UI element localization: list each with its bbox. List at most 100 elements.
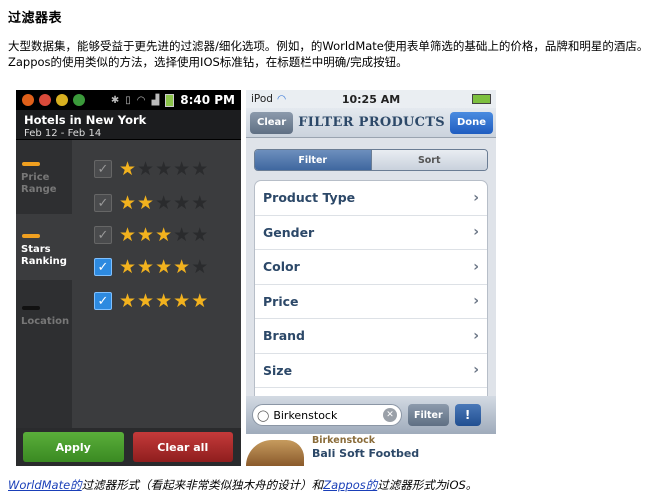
sidebar-item-location[interactable]: Location	[16, 286, 72, 352]
sidebar-item-stars-ranking[interactable]: Stars Ranking	[16, 214, 72, 280]
signal-icon: ▟	[151, 94, 160, 106]
star-filled-icon: ★	[119, 290, 137, 312]
hotel-search-dates: Feb 12 - Feb 14	[24, 128, 102, 139]
notification-icon	[56, 94, 68, 106]
checkbox-unchecked[interactable]: ✓	[94, 194, 112, 212]
done-button[interactable]: Done	[449, 111, 494, 134]
zappos-screenshot: iPod ◠ 10:25 AM Clear FILTER PRODUCTS Do…	[246, 90, 496, 466]
filter-row-label: Gender	[263, 224, 315, 240]
star-filled-icon: ★	[119, 158, 137, 180]
notification-icon	[39, 94, 51, 106]
star-filled-icon: ★	[119, 224, 137, 246]
filter-sort-segmented-control: Filter Sort	[254, 149, 488, 171]
star-empty-icon: ★	[173, 224, 191, 246]
star-empty-icon: ★	[191, 192, 209, 214]
battery-icon	[472, 94, 491, 104]
star-filled-icon: ★	[191, 290, 209, 312]
product-thumbnail	[246, 440, 304, 466]
zappos-link[interactable]: Zappos的	[323, 478, 377, 492]
sidebar-item-label: Stars Ranking	[21, 244, 67, 267]
caption-text: 过滤器形式（看起来非常类似独木舟的设计）和	[81, 478, 324, 492]
product-list-item[interactable]: Birkenstock Bali Soft Footbed	[246, 434, 496, 466]
star-filled-icon: ★	[137, 290, 155, 312]
star-filled-icon: ★	[137, 224, 155, 246]
tab-indicator	[22, 162, 40, 166]
star-empty-icon: ★	[173, 158, 191, 180]
filter-row-label: Color	[263, 259, 300, 275]
android-footer: Apply Clear all	[16, 428, 241, 466]
chevron-right-icon: ›	[473, 189, 479, 206]
search-input[interactable]: ◯ Birkenstock ✕	[252, 404, 402, 426]
filter-row-brand[interactable]: Brand ›	[255, 319, 487, 354]
alert-button[interactable]: !	[454, 404, 481, 426]
clear-button[interactable]: Clear	[250, 111, 294, 134]
star-rating: ★ ★ ★ ★ ★	[119, 159, 208, 179]
filter-row-label: Price	[263, 293, 299, 309]
filter-row-price[interactable]: Price ›	[255, 285, 487, 319]
caption-text: 过滤器形式为iOS。	[377, 478, 478, 492]
filter-button[interactable]: Filter	[408, 404, 449, 426]
star-rating-row[interactable]: ✓ ★ ★ ★ ★ ★	[94, 256, 208, 278]
ios-status-bar: iPod ◠ 10:25 AM	[246, 90, 496, 108]
filter-options-list: Product Type › Gender › Color › Price › …	[254, 180, 488, 410]
chevron-right-icon: ›	[473, 258, 479, 275]
filter-sidebar: Price Range Stars Ranking Location	[16, 140, 72, 430]
figure-caption: WorldMate的过滤器形式（看起来非常类似独木舟的设计）和Zappos的过滤…	[8, 477, 477, 493]
notification-icon	[22, 94, 34, 106]
checkbox-unchecked[interactable]: ✓	[94, 160, 112, 178]
checkbox-checked[interactable]: ✓	[94, 258, 112, 276]
product-name: Bali Soft Footbed	[312, 447, 420, 460]
star-rating-row[interactable]: ✓ ★ ★ ★ ★ ★	[94, 192, 208, 214]
wifi-icon: ◠	[136, 94, 146, 106]
vibrate-icon: ▯	[125, 94, 131, 106]
sidebar-item-label: Location	[21, 316, 70, 327]
bluetooth-icon: ✱	[110, 94, 120, 106]
sidebar-item-price-range[interactable]: Price Range	[16, 142, 72, 208]
clear-all-button[interactable]: Clear all	[132, 432, 233, 462]
intro-paragraph: 大型数据集，能够受益于更先进的过滤器/细化选项。例如，的WorldMate使用表…	[8, 39, 649, 69]
chevron-right-icon: ›	[473, 224, 479, 241]
star-rating: ★ ★ ★ ★ ★	[119, 257, 208, 277]
star-filled-icon: ★	[155, 256, 173, 278]
tab-sort[interactable]: Sort	[370, 150, 487, 170]
filter-row-label: Brand	[263, 328, 305, 344]
section-heading: 过滤器表	[8, 11, 63, 26]
star-empty-icon: ★	[191, 158, 209, 180]
star-empty-icon: ★	[155, 158, 173, 180]
tab-filter[interactable]: Filter	[255, 150, 371, 170]
android-clock: 8:40 PM	[180, 93, 235, 107]
star-empty-icon: ★	[191, 256, 209, 278]
checkbox-checked[interactable]: ✓	[94, 292, 112, 310]
star-filled-icon: ★	[155, 224, 173, 246]
checkbox-unchecked[interactable]: ✓	[94, 226, 112, 244]
star-rating-row[interactable]: ✓ ★ ★ ★ ★ ★	[94, 158, 208, 180]
filter-row-product-type[interactable]: Product Type ›	[255, 181, 487, 216]
worldmate-link[interactable]: WorldMate的	[8, 478, 82, 492]
star-filled-icon: ★	[137, 192, 155, 214]
star-filled-icon: ★	[173, 256, 191, 278]
filter-row-color[interactable]: Color ›	[255, 250, 487, 285]
star-rating-row[interactable]: ✓ ★ ★ ★ ★ ★	[94, 224, 208, 246]
filter-row-size[interactable]: Size ›	[255, 354, 487, 388]
chevron-right-icon: ›	[473, 362, 479, 379]
filter-row-label: Product Type	[263, 190, 356, 206]
star-rating: ★ ★ ★ ★ ★	[119, 225, 208, 245]
star-filled-icon: ★	[155, 290, 173, 312]
star-filled-icon: ★	[137, 256, 155, 278]
star-empty-icon: ★	[137, 158, 155, 180]
clear-search-icon[interactable]: ✕	[383, 408, 397, 422]
ios-nav-bar: Clear FILTER PRODUCTS Done	[246, 108, 496, 138]
star-filled-icon: ★	[173, 290, 191, 312]
star-rating-row[interactable]: ✓ ★ ★ ★ ★ ★	[94, 290, 208, 312]
star-rating: ★ ★ ★ ★ ★	[119, 193, 208, 213]
filter-row-label: Size	[263, 362, 293, 378]
nav-title: FILTER PRODUCTS	[298, 115, 445, 130]
apply-button[interactable]: Apply	[23, 432, 124, 462]
android-title-bar: Hotels in New York Feb 12 - Feb 14	[16, 110, 241, 140]
battery-icon	[165, 93, 175, 107]
android-status-bar: ✱ ▯ ◠ ▟ 8:40 PM	[16, 90, 241, 110]
chevron-right-icon: ›	[473, 327, 479, 344]
product-brand: Birkenstock	[312, 435, 376, 446]
filter-row-gender[interactable]: Gender ›	[255, 216, 487, 250]
star-rating-list: ✓ ★ ★ ★ ★ ★ ✓ ★ ★ ★ ★ ★ ✓ ★ ★ ★ ★ ★ ✓ ★ ★ ★ ★ ★ ✓ ★ ★ ★ ★ ★	[72, 140, 241, 430]
